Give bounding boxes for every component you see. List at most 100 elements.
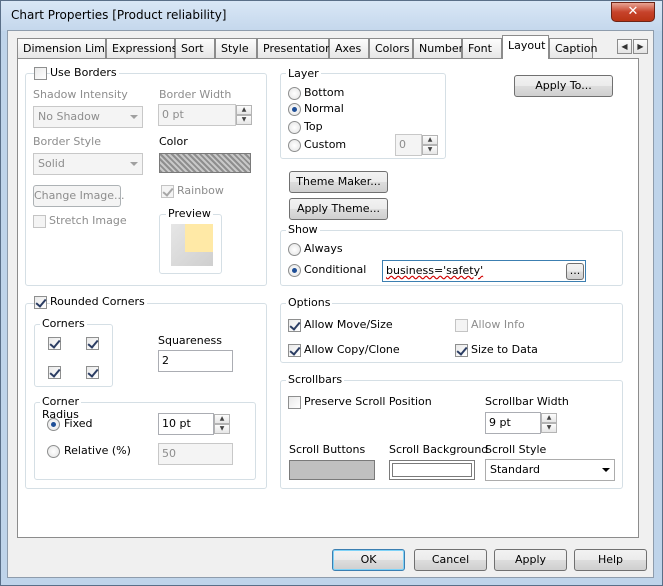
corner-top-left-checkbox[interactable] xyxy=(48,337,61,350)
chevron-down-icon xyxy=(602,468,610,472)
show-conditional-label: Conditional xyxy=(304,263,367,276)
corner-bottom-right-checkbox[interactable] xyxy=(86,366,99,379)
condition-ellipsis-button[interactable]: ... xyxy=(566,263,584,280)
options-title: Options xyxy=(286,296,333,309)
corner-fixed-spinner[interactable]: ▲ ▼ xyxy=(214,414,230,434)
border-width-label: Border Width xyxy=(159,88,232,101)
corner-fixed-field[interactable]: 10 pt xyxy=(158,413,214,435)
corner-top-right-checkbox[interactable] xyxy=(86,337,99,350)
preserve-scroll-checkbox[interactable] xyxy=(288,396,301,409)
rounded-corners-label: Rounded Corners xyxy=(50,295,147,308)
cancel-button[interactable]: Cancel xyxy=(414,549,487,571)
scrollbar-width-field[interactable]: 9 pt xyxy=(485,412,541,434)
help-button[interactable]: Help xyxy=(574,549,647,571)
corner-fixed-label: Fixed xyxy=(64,417,93,430)
layer-normal-radio[interactable] xyxy=(288,103,301,116)
size-to-data-checkbox[interactable] xyxy=(455,344,468,357)
chevron-down-icon xyxy=(130,115,138,119)
layer-custom-field[interactable]: 0 xyxy=(395,134,422,156)
show-title: Show xyxy=(286,223,320,236)
shadow-intensity-value: No Shadow xyxy=(38,110,100,123)
condition-value: business='safety' xyxy=(386,264,484,277)
scrollbar-width-spinner[interactable]: ▲ ▼ xyxy=(541,413,557,433)
preserve-scroll-label: Preserve Scroll Position xyxy=(304,395,432,408)
tab-number[interactable]: Number xyxy=(413,38,463,58)
corner-bottom-left-checkbox[interactable] xyxy=(48,366,61,379)
scroll-style-label: Scroll Style xyxy=(485,443,547,456)
tab-caption[interactable]: Caption xyxy=(549,38,597,58)
stretch-image-label: Stretch Image xyxy=(49,214,127,227)
tab-dimension-limits[interactable]: Dimension Limits xyxy=(17,38,118,58)
ok-button[interactable]: OK xyxy=(332,549,405,571)
shadow-intensity-label: Shadow Intensity xyxy=(33,88,128,101)
close-button[interactable]: ✕ xyxy=(611,2,655,22)
rainbow-checkbox[interactable] xyxy=(161,185,174,198)
use-borders-label: Use Borders xyxy=(50,66,119,79)
allow-move-size-checkbox[interactable] xyxy=(288,319,301,332)
border-width-spinner[interactable]: ▲ ▼ xyxy=(236,105,252,125)
layer-custom-spinner[interactable]: ▲ ▼ xyxy=(422,135,438,155)
layer-custom-radio[interactable] xyxy=(288,139,301,152)
layer-bottom-radio[interactable] xyxy=(288,87,301,100)
allow-move-size-label: Allow Move/Size xyxy=(304,318,393,331)
tab-presentation[interactable]: Presentation xyxy=(257,38,332,58)
shadow-intensity-select[interactable]: No Shadow xyxy=(33,106,143,128)
title-bar: Chart Properties [Product reliability] ✕ xyxy=(1,1,662,31)
squareness-field[interactable]: 2 xyxy=(158,350,233,372)
allow-copy-clone-label: Allow Copy/Clone xyxy=(304,343,400,356)
border-style-label: Border Style xyxy=(33,135,102,148)
corner-relative-label: Relative (%) xyxy=(64,444,131,457)
tab-style[interactable]: Style xyxy=(215,38,257,58)
border-color-swatch[interactable] xyxy=(159,153,251,173)
layer-custom-label: Custom xyxy=(304,138,347,151)
corner-fixed-radio[interactable] xyxy=(47,418,60,431)
theme-maker-button[interactable]: Theme Maker... xyxy=(289,171,388,193)
border-width-field[interactable]: 0 pt xyxy=(158,104,236,126)
layer-top-radio[interactable] xyxy=(288,121,301,134)
tab-colors[interactable]: Colors xyxy=(369,38,413,58)
tab-font[interactable]: Font xyxy=(462,38,502,58)
tab-scroll-right-icon[interactable]: ▶ xyxy=(633,39,648,54)
layer-normal-label: Normal xyxy=(304,102,344,115)
rounded-corners-checkbox[interactable] xyxy=(34,296,47,309)
stretch-image-checkbox[interactable] xyxy=(33,215,46,228)
tab-layout[interactable]: Layout xyxy=(502,35,549,59)
tab-sort[interactable]: Sort xyxy=(175,38,215,58)
corners-group xyxy=(34,324,113,387)
condition-input[interactable]: business='safety' xyxy=(382,260,586,282)
allow-copy-clone-checkbox[interactable] xyxy=(288,344,301,357)
corner-relative-radio[interactable] xyxy=(47,445,60,458)
scrollbar-width-label: Scrollbar Width xyxy=(485,395,569,408)
tab-expressions[interactable]: Expressions xyxy=(106,38,177,58)
chevron-down-icon xyxy=(130,162,138,166)
tab-scroll-left-icon[interactable]: ◀ xyxy=(617,39,632,54)
tab-axes[interactable]: Axes xyxy=(329,38,369,58)
preview-label: Preview xyxy=(166,207,213,220)
layer-top-label: Top xyxy=(304,120,323,133)
allow-info-checkbox[interactable] xyxy=(455,319,468,332)
corners-title: Corners xyxy=(40,317,87,330)
apply-to-button[interactable]: Apply To... xyxy=(514,75,613,97)
border-style-value: Solid xyxy=(38,157,65,170)
show-conditional-radio[interactable] xyxy=(288,264,301,277)
squareness-label: Squareness xyxy=(158,334,222,347)
scroll-style-select[interactable]: Standard xyxy=(485,459,615,481)
scroll-background-swatch[interactable] xyxy=(389,460,475,480)
apply-theme-button[interactable]: Apply Theme... xyxy=(289,198,388,220)
apply-button[interactable]: Apply xyxy=(494,549,567,571)
scroll-buttons-label: Scroll Buttons xyxy=(289,443,366,456)
change-image-button[interactable]: Change Image... xyxy=(33,185,125,207)
scroll-background-label: Scroll Background xyxy=(389,443,489,456)
scrollbars-title: Scrollbars xyxy=(286,373,345,386)
show-always-label: Always xyxy=(304,242,343,255)
use-borders-checkbox[interactable] xyxy=(34,67,47,80)
allow-info-label: Allow Info xyxy=(471,318,525,331)
show-always-radio[interactable] xyxy=(288,243,301,256)
scroll-buttons-swatch[interactable] xyxy=(289,460,375,480)
corner-relative-field[interactable]: 50 xyxy=(158,443,233,465)
border-style-select[interactable]: Solid xyxy=(33,153,143,175)
scroll-style-value: Standard xyxy=(490,463,541,476)
preview-swatch xyxy=(185,224,213,252)
size-to-data-label: Size to Data xyxy=(471,343,538,356)
rainbow-label: Rainbow xyxy=(177,184,224,197)
